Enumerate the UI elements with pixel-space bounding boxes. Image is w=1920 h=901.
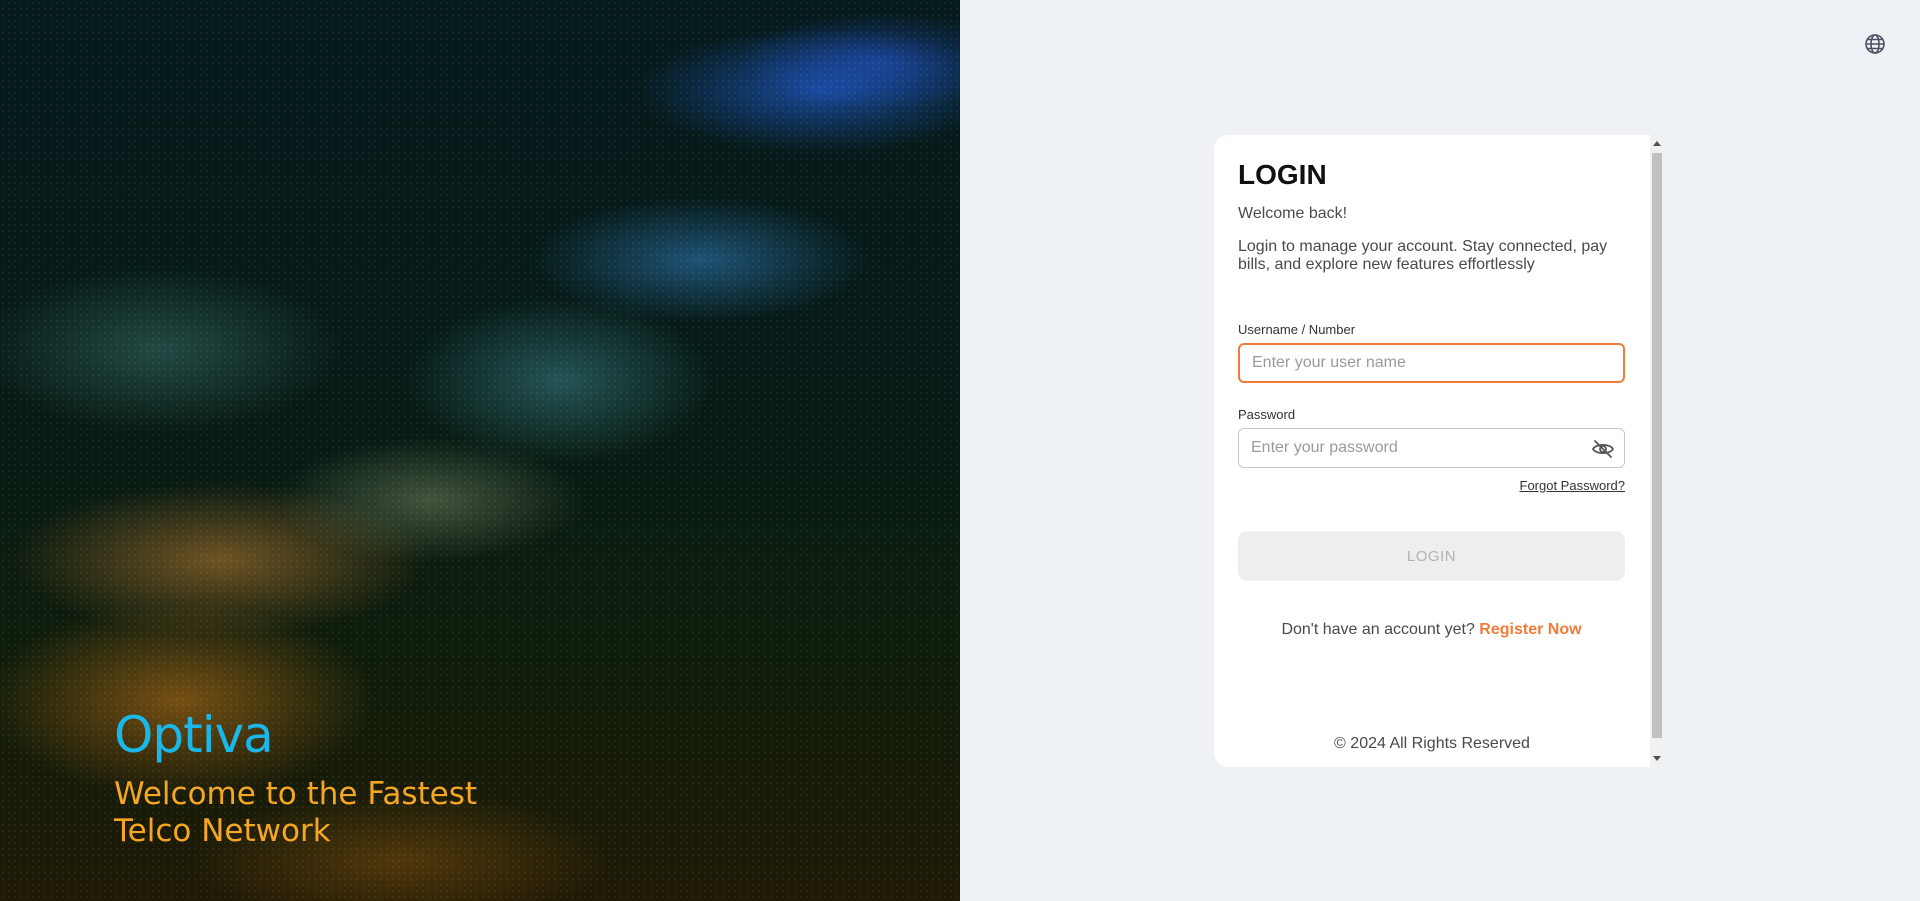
hero-panel: Optiva Welcome to the Fastest Telco Netw…: [0, 0, 960, 901]
username-input[interactable]: [1238, 343, 1625, 383]
password-input[interactable]: [1238, 428, 1625, 468]
login-description: Login to manage your account. Stay conne…: [1238, 238, 1608, 273]
login-button[interactable]: LOGIN: [1238, 531, 1625, 581]
login-card: LOGIN Welcome back! Login to manage your…: [1214, 135, 1650, 767]
eye-off-icon: [1591, 440, 1615, 458]
optiva-logo: Optiva: [114, 706, 274, 764]
login-card-wrapper: LOGIN Welcome back! Login to manage your…: [1214, 135, 1664, 767]
card-scrollbar[interactable]: [1650, 135, 1664, 767]
register-prompt: Don't have an account yet?: [1281, 621, 1475, 638]
copyright-footer: © 2024 All Rights Reserved: [1214, 735, 1650, 753]
password-label: Password: [1238, 407, 1296, 422]
toggle-password-visibility-button[interactable]: [1591, 437, 1615, 461]
register-now-link[interactable]: Register Now: [1479, 621, 1581, 638]
password-field-wrapper: [1238, 422, 1625, 468]
welcome-text: Welcome back!: [1238, 205, 1348, 222]
forgot-password-link[interactable]: Forgot Password?: [1238, 478, 1626, 493]
copyright-text: 2024 All Rights Reserved: [1350, 735, 1530, 752]
copyright-icon: ©: [1334, 735, 1346, 752]
hero-tagline: Welcome to the Fastest Telco Network: [114, 776, 478, 849]
scroll-down-icon[interactable]: [1653, 756, 1661, 761]
register-row: Don't have an account yet? Register Now: [1238, 621, 1625, 639]
scroll-up-icon[interactable]: [1653, 141, 1661, 146]
language-button[interactable]: [1863, 32, 1889, 58]
brand-block: Optiva Welcome to the Fastest Telco Netw…: [114, 708, 534, 850]
login-title: LOGIN: [1238, 159, 1327, 190]
scrollbar-thumb[interactable]: [1652, 153, 1662, 738]
username-label: Username / Number: [1238, 322, 1356, 337]
globe-icon: [1865, 34, 1885, 54]
